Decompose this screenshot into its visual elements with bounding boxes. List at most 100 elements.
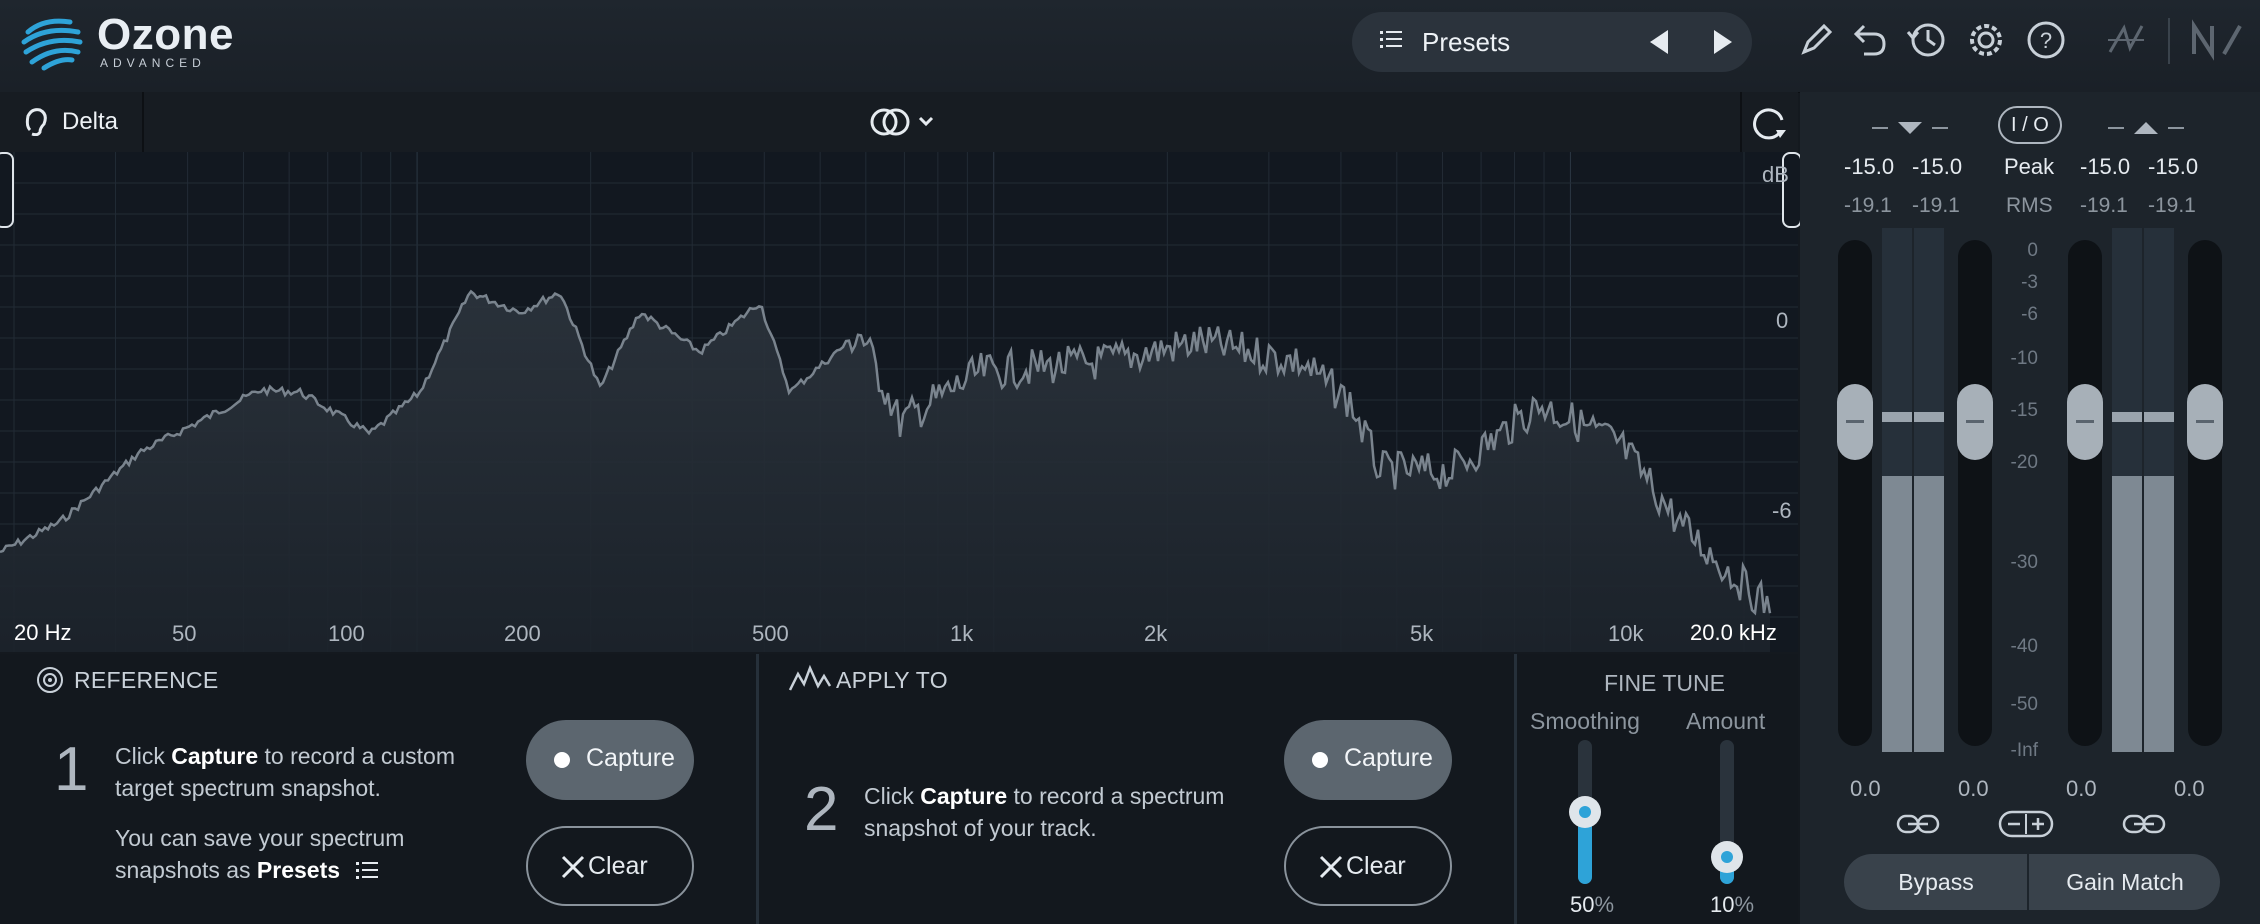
svg-text:?: ? <box>2040 28 2052 53</box>
meter-scale-label: -Inf <box>2010 740 2038 761</box>
freq-label: 100 <box>328 621 365 646</box>
apply-instructions: Click Capture to record a spectrum snaps… <box>864 783 1225 841</box>
db-label: -6 <box>1772 498 1792 523</box>
step-number: 2 <box>804 775 839 844</box>
meter-scale-label: -30 <box>2010 552 2038 573</box>
app-edition: ADVANCED <box>100 56 206 70</box>
gain-match-button[interactable]: Gain Match <box>2030 854 2220 910</box>
input-meter-right <box>1914 228 1944 752</box>
meter-scale-label: -3 <box>2021 272 2038 293</box>
output-rms-left: -19.1 <box>2080 194 2128 217</box>
freq-label: 500 <box>752 621 789 646</box>
freq-label: 200 <box>504 621 541 646</box>
input-rms-right: -19.1 <box>1912 194 1960 217</box>
output-gain-value-right: 0.0 <box>2174 776 2205 801</box>
undo-icon[interactable] <box>1848 18 1892 62</box>
input-gain-value-left: 0.0 <box>1850 776 1881 801</box>
fine-tune-title: FINE TUNE <box>1604 670 1725 696</box>
toolbar-divider <box>1740 92 1742 152</box>
output-gain-fader[interactable] <box>2188 240 2222 746</box>
reference-capture-button[interactable]: Capture <box>526 720 694 800</box>
input-peak-right: -15.0 <box>1912 154 1963 179</box>
freq-label: 2k <box>1144 621 1168 646</box>
amount-slider[interactable] <box>1711 740 1743 884</box>
native-instruments-logo-icon[interactable] <box>2190 18 2242 62</box>
presets-label: Presets <box>1422 27 1511 57</box>
meter-scale-label: -15 <box>2010 400 2038 421</box>
input-rms-left: -19.1 <box>1844 194 1892 217</box>
left-edge-handle[interactable] <box>0 152 14 228</box>
input-peak-left: -15.0 <box>1844 154 1895 179</box>
reference-instructions: Click Capture to record a custom target … <box>115 743 455 801</box>
amount-value: 10% <box>1710 892 1755 917</box>
freq-label: 1k <box>950 621 974 646</box>
meter-scale-label: -40 <box>2010 636 2038 657</box>
meter-scale-label: -50 <box>2010 694 2038 715</box>
app-name: Ozone <box>97 10 234 59</box>
amount-label: Amount <box>1686 708 1766 734</box>
output-gain-value-left: 0.0 <box>2066 776 2097 801</box>
io-toggle[interactable]: I / O <box>1998 106 2062 144</box>
input-gain-value-right: 0.0 <box>1958 776 1989 801</box>
output-gain-fader-handle[interactable] <box>2187 384 2223 460</box>
waveform-icon <box>788 664 832 694</box>
gear-icon[interactable] <box>1964 18 2008 62</box>
output-peak-right: -15.0 <box>2148 154 2199 179</box>
meter-scale-label: -20 <box>2010 452 2038 473</box>
output-meter-left <box>2112 228 2142 752</box>
freq-label: 10k <box>1608 621 1644 646</box>
input-trim-fader-handle[interactable] <box>1957 384 1993 460</box>
toolbar-divider <box>142 92 144 152</box>
output-rms-right: -19.1 <box>2148 194 2196 217</box>
input-collapse-icon[interactable] <box>1870 118 1950 138</box>
bypass-button[interactable]: Bypass <box>1844 854 2028 910</box>
output-collapse-icon[interactable] <box>2106 118 2186 138</box>
smoothing-slider-handle[interactable] <box>1569 796 1601 828</box>
list-icon <box>1380 28 1404 52</box>
output-peak-left: -15.0 <box>2080 154 2131 179</box>
freq-label: 20.0 kHz <box>1690 620 1777 645</box>
output-link-icon[interactable] <box>2122 812 2166 836</box>
db-label: dB <box>1762 162 1789 187</box>
channel-mode-selector[interactable] <box>870 106 938 138</box>
previous-preset-button[interactable] <box>1648 28 1672 56</box>
next-preset-button[interactable] <box>1710 28 1734 56</box>
smoothing-value: 50% <box>1570 892 1615 917</box>
apply-to-title: APPLY TO <box>836 667 948 693</box>
delta-toggle[interactable]: Delta <box>62 108 118 136</box>
reference-title: REFERENCE <box>74 667 219 693</box>
input-link-icon[interactable] <box>1896 812 1940 836</box>
meter-scale-label: -10 <box>2010 348 2038 369</box>
apply-clear-button[interactable]: Clear <box>1284 826 1452 906</box>
apply-capture-button[interactable]: Capture <box>1284 720 1452 800</box>
pencil-icon[interactable] <box>1794 18 1838 62</box>
output-trim-fader-handle[interactable] <box>2067 384 2103 460</box>
spectrum-fill <box>0 291 1770 652</box>
help-icon[interactable]: ? <box>2024 18 2068 62</box>
freq-label: 50 <box>172 621 197 646</box>
spectrum-analyzer[interactable] <box>0 152 1798 652</box>
freq-label: 5k <box>1410 621 1434 646</box>
meter-scale-label: -6 <box>2021 304 2038 325</box>
header-divider <box>2168 18 2170 64</box>
smoothing-label: Smoothing <box>1530 708 1640 734</box>
history-icon[interactable] <box>1904 18 1948 62</box>
presets-selector[interactable] <box>1352 12 1752 72</box>
freq-label: 20 Hz <box>14 620 72 645</box>
db-label: 0 <box>1776 308 1789 333</box>
input-meter-left <box>1882 228 1912 752</box>
reset-icon[interactable] <box>1750 104 1788 142</box>
gain-offset-icon[interactable] <box>1998 810 2054 838</box>
smoothing-slider[interactable] <box>1569 740 1601 884</box>
amount-slider-handle[interactable] <box>1711 840 1743 873</box>
ozone-logo-icon <box>20 12 84 72</box>
peak-label: Peak <box>2004 154 2055 179</box>
output-trim-fader[interactable] <box>2068 240 2102 746</box>
input-gain-fader[interactable] <box>1838 240 1872 746</box>
input-gain-fader-handle[interactable] <box>1837 384 1873 460</box>
reference-clear-button[interactable]: Clear <box>526 826 694 906</box>
presets-list-icon <box>356 860 380 882</box>
izotope-logo-icon[interactable] <box>2104 18 2148 62</box>
step-number: 1 <box>54 735 89 804</box>
group-divider <box>2027 854 2029 910</box>
